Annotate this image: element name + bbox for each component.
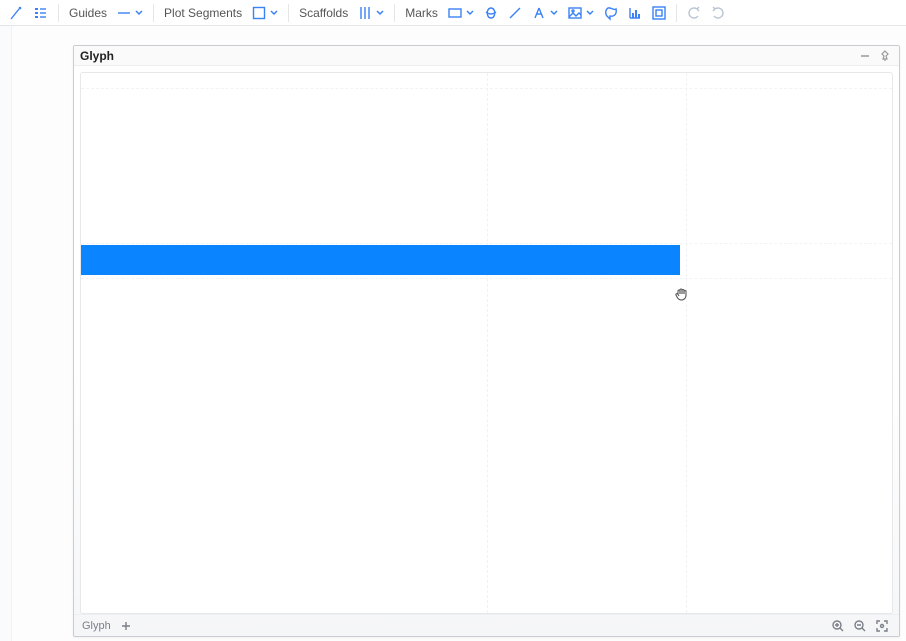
- panel-footer: Glyph: [74, 614, 899, 636]
- undo-button[interactable]: [683, 2, 705, 24]
- toolbar-separator: [153, 4, 154, 22]
- panel-titlebar[interactable]: Glyph: [74, 46, 899, 66]
- add-glyph-button[interactable]: [117, 617, 135, 635]
- zoom-fit-button[interactable]: [873, 617, 891, 635]
- pin-panel-button[interactable]: [877, 48, 893, 64]
- mark-rect-button[interactable]: [444, 2, 478, 24]
- mark-dataaxis-button[interactable]: [624, 2, 646, 24]
- plot-segment-region-button[interactable]: [248, 2, 282, 24]
- legend-tool-button[interactable]: [30, 2, 52, 24]
- mark-text-button[interactable]: [528, 2, 562, 24]
- mark-nested-button[interactable]: [648, 2, 670, 24]
- plot-segments-label: Plot Segments: [160, 6, 246, 20]
- glyph-panel: Glyph Glyph: [73, 45, 900, 637]
- guide-horizontal-button[interactable]: [113, 2, 147, 24]
- scaffolds-label: Scaffolds: [295, 6, 352, 20]
- mark-icon-button[interactable]: [600, 2, 622, 24]
- redo-button[interactable]: [707, 2, 729, 24]
- marks-label: Marks: [401, 6, 442, 20]
- glyph-canvas[interactable]: [80, 72, 893, 614]
- zoom-in-button[interactable]: [829, 617, 847, 635]
- zoom-out-button[interactable]: [851, 617, 869, 635]
- grab-cursor-icon: [673, 285, 691, 303]
- toolbar-separator: [58, 4, 59, 22]
- scaffold-columns-button[interactable]: [354, 2, 388, 24]
- footer-tab-label[interactable]: Glyph: [82, 620, 111, 632]
- mark-ellipse-button[interactable]: [480, 2, 502, 24]
- mark-image-button[interactable]: [564, 2, 598, 24]
- guides-label: Guides: [65, 6, 111, 20]
- toolbar-separator: [394, 4, 395, 22]
- mark-line-button[interactable]: [504, 2, 526, 24]
- panel-title-text: Glyph: [80, 49, 114, 63]
- toolbar-separator: [676, 4, 677, 22]
- toolbar: Guides Plot Segments Scaffolds Marks: [0, 0, 906, 26]
- link-tool-button[interactable]: [6, 2, 28, 24]
- minimize-panel-button[interactable]: [857, 48, 873, 64]
- glyph-rect-mark[interactable]: [81, 245, 680, 275]
- toolbar-separator: [288, 4, 289, 22]
- left-gutter: [0, 26, 12, 641]
